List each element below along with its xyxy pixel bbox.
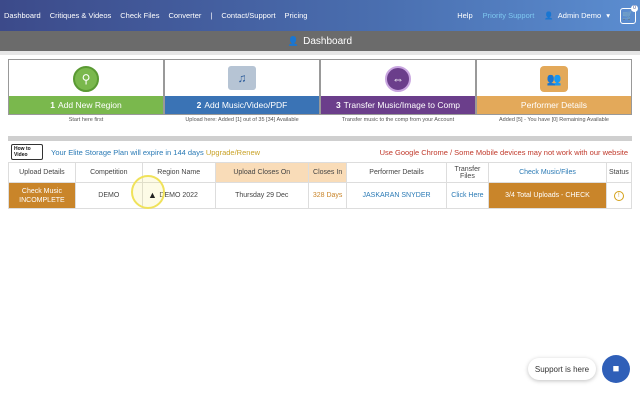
- nav-contact-support[interactable]: Contact/Support: [221, 11, 275, 20]
- upload-line1: Check Music: [21, 187, 62, 195]
- transfer-click-here-link[interactable]: Click Here: [445, 182, 490, 209]
- col-upload-details: Upload Details: [8, 162, 76, 183]
- top-navigation: Dashboard Critiques & Videos Check Files…: [0, 0, 640, 31]
- user-icon: 👤: [287, 35, 300, 46]
- nav-divider: |: [210, 11, 213, 20]
- nav-right: Help Priority Support 👤 Admin Demo ▾ 🛒 0: [447, 4, 640, 24]
- user-icon: 👤: [544, 11, 554, 20]
- performer-details-card[interactable]: 👥 Performer Details: [476, 59, 632, 115]
- upload-line2: INCOMPLETE: [19, 196, 65, 204]
- info-bar: How to Video Your Elite Storage Plan wil…: [8, 141, 632, 163]
- transfer-music-card[interactable]: ⇔ 3 Transfer Music/Image to Comp: [320, 59, 476, 115]
- check-music-incomplete-button[interactable]: Check Music INCOMPLETE: [8, 182, 76, 209]
- plan-notice: Your Elite Storage Plan will expire in 1…: [51, 148, 260, 157]
- cart-icon: 🛒: [622, 10, 634, 20]
- location-pin-icon: ⚲: [73, 66, 99, 92]
- nav-dashboard[interactable]: Dashboard: [4, 11, 41, 20]
- card-subtitle: Added [5] - You have [0] Remaining Avail…: [499, 117, 609, 123]
- plan-text: Your Elite Storage Plan will expire in 1…: [51, 147, 204, 157]
- title-divider: [0, 51, 640, 55]
- col-performer-details: Performer Details: [346, 162, 447, 183]
- performer-link[interactable]: JASKARAN SNYDER: [346, 182, 447, 209]
- mouse-cursor-icon: ▲: [148, 190, 157, 200]
- col-upload-closes-on: Upload Closes On: [214, 162, 309, 183]
- user-name: Admin Demo: [557, 11, 602, 20]
- action-cards: ⚲ 1 Add New Region ♫ 2 Add Music/Video/PDF…: [8, 59, 632, 115]
- uploads-table: Upload Details Competition Region Name U…: [8, 162, 633, 209]
- browser-warning: Use Google Chrome / Some Mobile devices …: [379, 147, 628, 157]
- status-cell: !: [605, 182, 633, 209]
- nav-priority-support[interactable]: Priority Support: [483, 11, 535, 20]
- add-music-card[interactable]: ♫ 2 Add Music/Video/PDF: [164, 59, 320, 115]
- nav-help[interactable]: Help: [457, 11, 472, 20]
- card-subtitles: Start here first Upload here: Added [1] …: [8, 117, 632, 123]
- upgrade-renew-link[interactable]: Upgrade/Renew: [206, 148, 260, 157]
- table-row: Check Music INCOMPLETE DEMO DEMO 2022 Th…: [8, 182, 633, 209]
- check-uploads-button[interactable]: 3/4 Total Uploads - CHECK: [488, 182, 607, 209]
- how-to-video-button[interactable]: How to Video: [11, 144, 43, 160]
- card-number: 3: [335, 100, 341, 110]
- music-folder-icon: ♫: [228, 66, 256, 90]
- table-header-row: Upload Details Competition Region Name U…: [8, 162, 633, 183]
- performer-details-button[interactable]: Performer Details: [477, 96, 631, 114]
- chat-button[interactable]: ■: [602, 355, 630, 383]
- nav-critiques-videos[interactable]: Critiques & Videos: [50, 11, 112, 20]
- chevron-down-icon: ▾: [606, 11, 610, 20]
- nav-check-files[interactable]: Check Files: [120, 11, 159, 20]
- col-competition: Competition: [74, 162, 143, 183]
- col-status: Status: [605, 162, 633, 183]
- transfer-arrows-icon: ⇔: [385, 66, 411, 92]
- card-label: Performer Details: [520, 100, 588, 110]
- add-region-card[interactable]: ⚲ 1 Add New Region: [8, 59, 164, 115]
- nav-converter[interactable]: Converter: [168, 11, 201, 20]
- warning-icon[interactable]: !: [613, 190, 624, 201]
- col-closes-in: Closes In: [307, 162, 348, 183]
- card-label: Add New Region: [57, 100, 122, 110]
- card-number: 1: [50, 100, 55, 110]
- card-subtitle: Start here first: [68, 117, 104, 123]
- page-title-bar: 👤 Dashboard: [0, 31, 640, 51]
- card-label: Add Music/Video/PDF: [204, 100, 288, 110]
- card-label: Transfer Music/Image to Comp: [343, 100, 461, 110]
- transfer-music-button[interactable]: 3 Transfer Music/Image to Comp: [321, 96, 475, 114]
- closes-on-cell: Thursday 29 Dec: [214, 182, 309, 209]
- group-icon: 👥: [540, 66, 568, 92]
- col-transfer-files: Transfer Files: [445, 162, 490, 183]
- nav-left: Dashboard Critiques & Videos Check Files…: [0, 11, 316, 20]
- card-subtitle: Transfer music to the comp from your Acc…: [341, 117, 455, 123]
- support-bubble[interactable]: Support is here: [528, 358, 596, 380]
- cart-count: 0: [631, 4, 638, 12]
- card-number: 2: [196, 100, 202, 110]
- nav-pricing[interactable]: Pricing: [285, 11, 308, 20]
- card-subtitle: Upload here: Added [1] out of 35 [34] Av…: [185, 117, 299, 123]
- add-music-button[interactable]: 2 Add Music/Video/PDF: [165, 96, 319, 114]
- closes-in-cell: 328 Days: [307, 182, 348, 209]
- cart-button[interactable]: 🛒 0: [620, 4, 638, 24]
- user-menu[interactable]: 👤 Admin Demo ▾: [544, 11, 610, 20]
- add-region-button[interactable]: 1 Add New Region: [9, 96, 163, 114]
- page-title: Dashboard: [303, 35, 353, 47]
- chat-icon: ■: [612, 363, 620, 375]
- col-check-music-files: Check Music/Files: [488, 162, 607, 183]
- howto-line2: Video: [14, 152, 28, 158]
